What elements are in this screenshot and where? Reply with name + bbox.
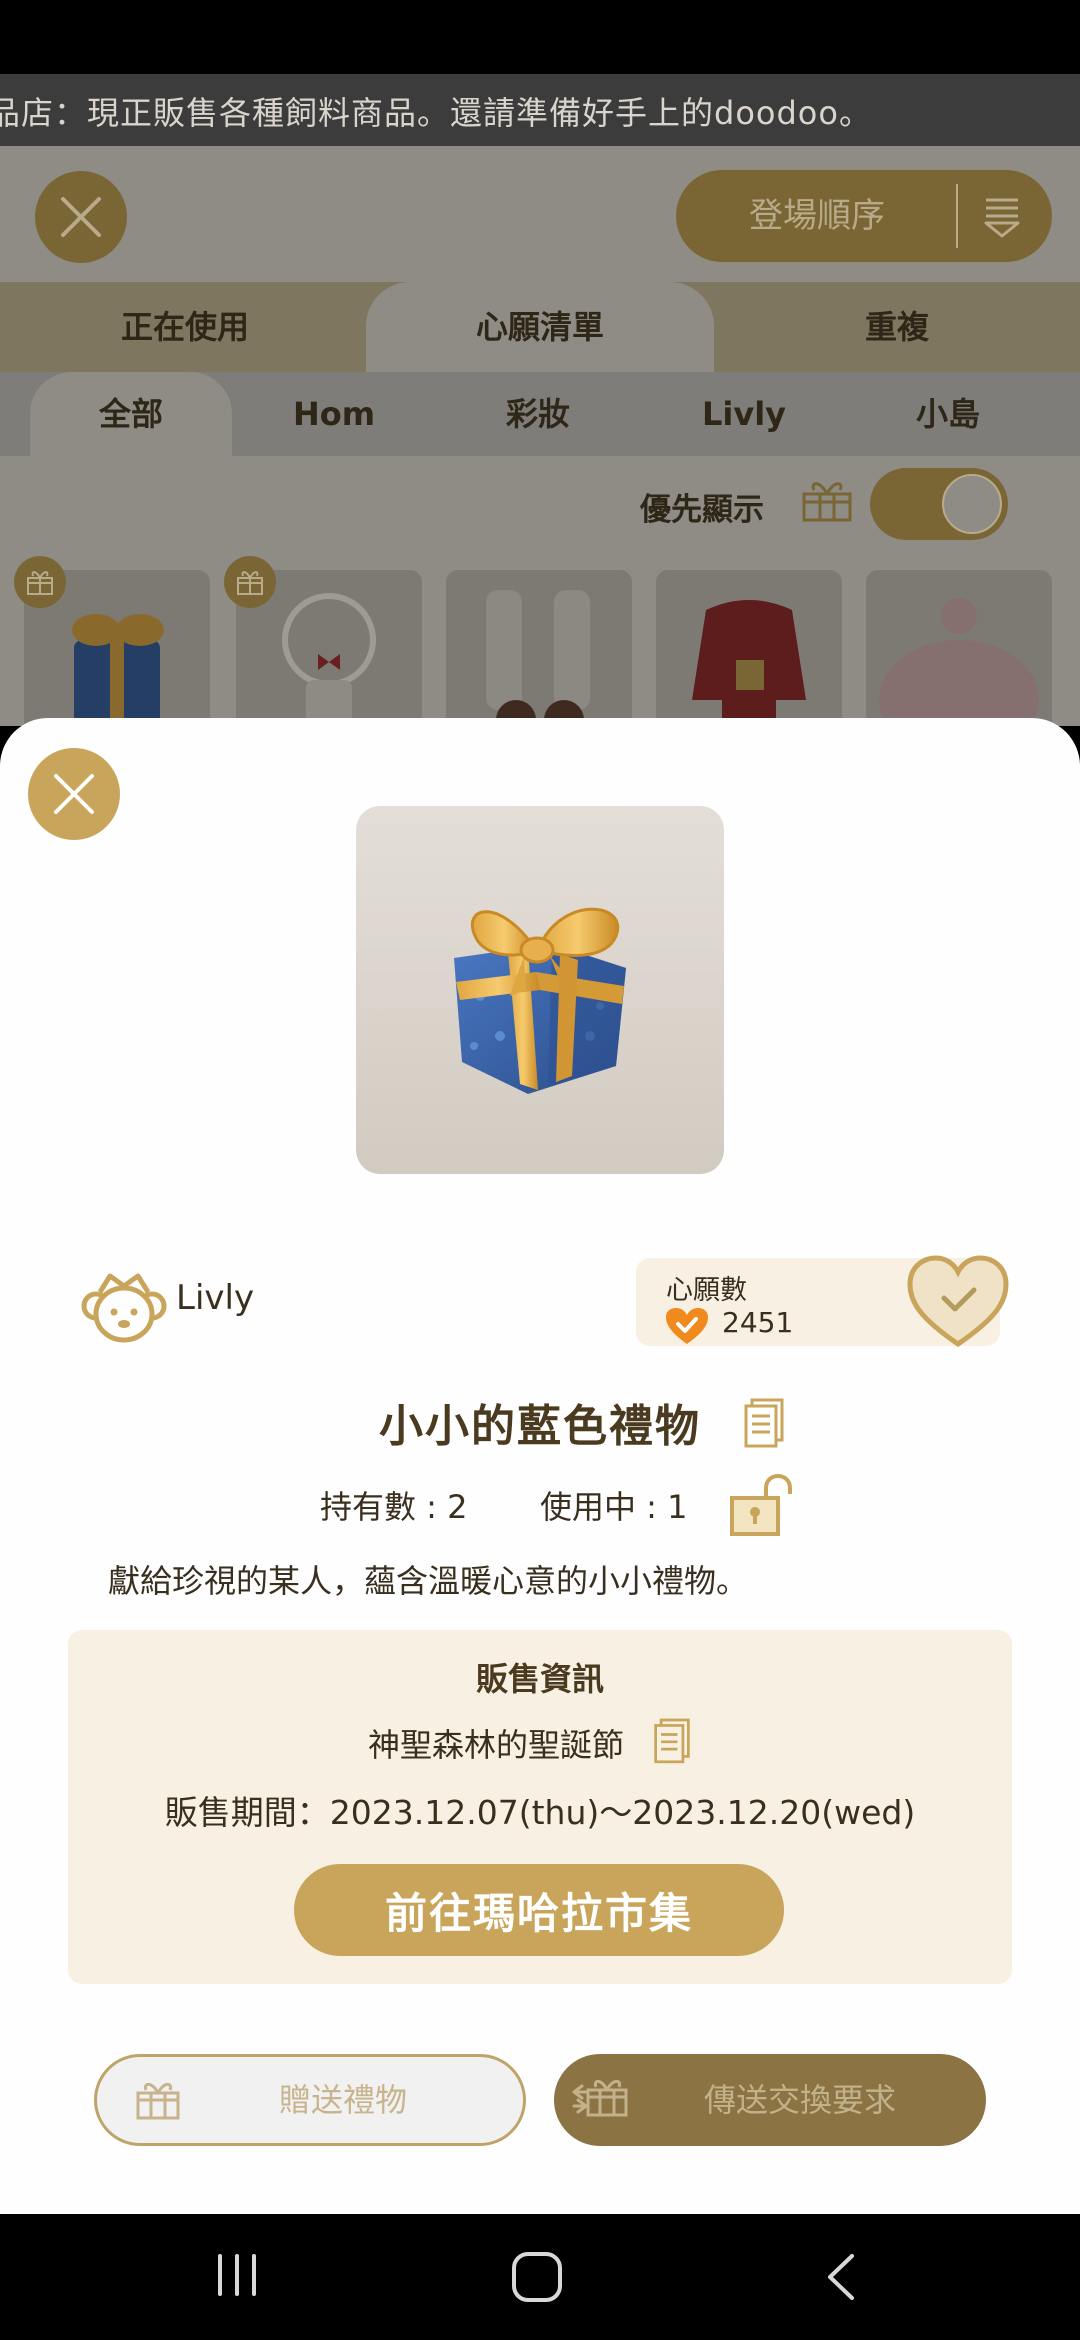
gift-icon — [237, 571, 263, 595]
news-ticker: 品店：現正販售各種飼料商品。還請準備好手上的doodoo。 — [0, 74, 1080, 146]
ticker-text: 品店：現正販售各種飼料商品。還請準備好手上的doodoo。 — [0, 94, 872, 132]
background-close-button[interactable] — [35, 171, 127, 263]
close-icon — [61, 197, 101, 237]
orange-heart-check-icon — [666, 1308, 708, 1344]
close-button[interactable] — [28, 748, 120, 840]
gift-icon — [802, 482, 852, 522]
back-icon[interactable] — [822, 2250, 860, 2304]
wishlist-heart-button[interactable] — [906, 1254, 1010, 1350]
item-card[interactable] — [656, 570, 842, 726]
sale-event-name: 神聖森林的聖誕節 — [368, 1726, 625, 1764]
toggle-knob — [942, 474, 1002, 534]
owned-count: 持有數 : 2 — [320, 1488, 468, 1526]
background-wishlist-screen: 登場順序 正在使用 心願清單 重複 全部 Hom 彩妝 Livly 小島 優先顯… — [0, 146, 1080, 726]
item-card[interactable] — [446, 570, 632, 726]
red-sweater-thumbnail — [692, 600, 806, 726]
item-card[interactable] — [866, 570, 1052, 726]
send-trade-request-label: 傳送交換要求 — [703, 2081, 896, 2119]
item-image — [356, 806, 724, 1174]
sale-period: 販售期間：2023.12.07(thu)〜2023.12.20(wed) — [164, 1793, 916, 1832]
wish-count-panel: 心願數 2451 — [636, 1255, 1009, 1348]
unlocked-padlock-icon[interactable] — [730, 1474, 792, 1536]
in-use-count: 使用中 : 1 — [540, 1488, 688, 1526]
category-all[interactable]: 全部 — [30, 372, 232, 456]
priority-toggle[interactable] — [870, 468, 1008, 540]
livly-logo-icon — [81, 1273, 167, 1343]
send-gift-button[interactable]: 贈送禮物 — [94, 2054, 526, 2146]
sale-info-title: 販售資訊 — [475, 1660, 604, 1698]
socks-thumbnail — [486, 590, 590, 726]
recent-apps-icon[interactable] — [214, 2250, 260, 2300]
category-livly[interactable]: Livly — [640, 372, 848, 456]
sort-divider — [956, 184, 958, 248]
category-hom[interactable]: Hom — [232, 372, 436, 456]
priority-label: 優先顯示 — [640, 492, 764, 528]
send-trade-request-button[interactable]: 傳送交換要求 — [554, 2054, 986, 2146]
gift-badge — [14, 556, 66, 608]
tab-wishlist[interactable]: 心願清單 — [366, 282, 714, 372]
gift-icon — [27, 571, 53, 595]
pink-hat-thumbnail — [879, 598, 1039, 726]
system-navigation-bar — [0, 2214, 1080, 2340]
category-makeup[interactable]: 彩妝 — [436, 372, 640, 456]
tab-duplicates[interactable]: 重複 — [714, 282, 1080, 372]
item-description: 獻給珍視的某人，蘊含溫暖心意的小小禮物。 — [108, 1562, 749, 1600]
sort-order-icon — [984, 198, 1020, 238]
blue-gift-box-illustration — [454, 907, 626, 1094]
status-bar — [0, 0, 1080, 74]
wish-count-value: 2451 — [722, 1306, 794, 1339]
gift-badge — [224, 556, 276, 608]
sort-label: 登場順序 — [749, 196, 885, 236]
tab-bar: 正在使用 心願清單 重複 — [0, 282, 1080, 372]
item-detail-sheet: Livly 心願數 2451 小小的藍色禮物 持有數 : 2 使用中 : 1 獻… — [0, 718, 1080, 2214]
go-to-market-button[interactable]: 前往瑪哈拉市集 — [294, 1864, 784, 1956]
sale-info-panel: 販售資訊 神聖森林的聖誕節 販售期間：2023.12.07(thu)〜2023.… — [68, 1630, 1012, 1984]
item-name: 小小的藍色禮物 — [379, 1401, 701, 1452]
document-icon[interactable] — [742, 1396, 786, 1448]
category-island[interactable]: 小島 — [848, 372, 1048, 456]
send-gift-label: 贈送禮物 — [278, 2081, 407, 2119]
category-bar: 全部 Hom 彩妝 Livly 小島 — [0, 372, 1080, 456]
tab-in-use[interactable]: 正在使用 — [0, 282, 370, 372]
wish-count-title: 心願數 — [666, 1275, 747, 1306]
sort-button[interactable]: 登場順序 — [676, 170, 1052, 262]
document-icon[interactable] — [652, 1716, 692, 1764]
close-icon — [54, 774, 94, 814]
item-brand: Livly — [176, 1278, 255, 1318]
home-icon[interactable] — [510, 2250, 564, 2304]
